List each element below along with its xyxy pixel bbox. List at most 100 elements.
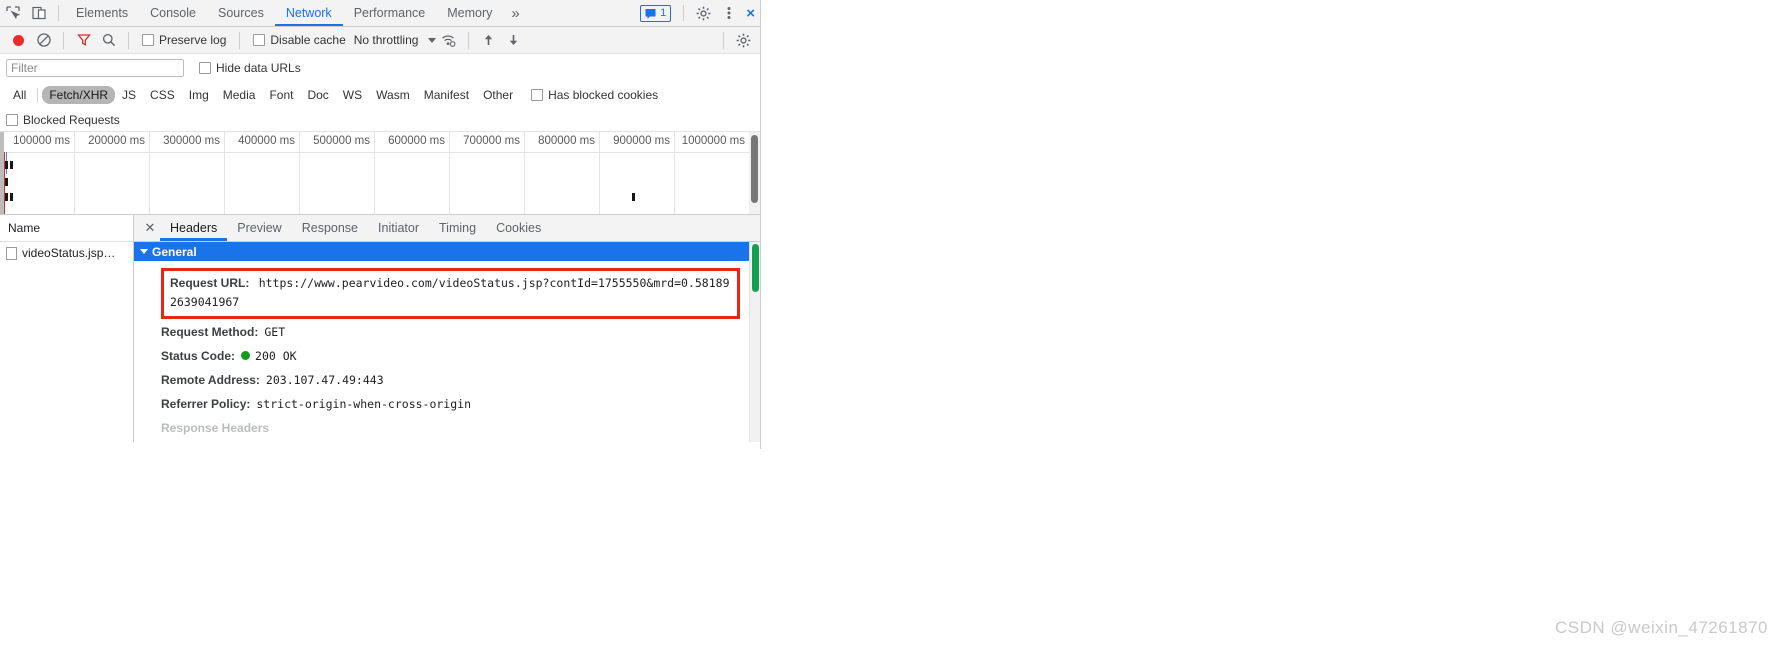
type-filter-manifest[interactable]: Manifest xyxy=(417,86,476,104)
overview-tick-label: 400000 ms xyxy=(238,135,295,147)
checkbox-box xyxy=(142,34,154,46)
device-toolbar-icon[interactable] xyxy=(26,0,52,26)
filter-row: Hide data URLs xyxy=(0,54,760,81)
tabstrip-right-controls: 1 × xyxy=(640,0,760,26)
overview-tick-label: 100000 ms xyxy=(13,135,70,147)
message-count-label: 1 xyxy=(660,7,667,19)
search-button[interactable] xyxy=(96,28,121,53)
overview-scrollbar[interactable] xyxy=(749,132,760,214)
type-filter-other[interactable]: Other xyxy=(476,86,520,104)
network-overview-timeline[interactable]: 100000 ms 200000 ms 300000 ms 400000 ms … xyxy=(0,132,760,215)
tab-timing[interactable]: Timing xyxy=(429,215,486,241)
import-har-button[interactable] xyxy=(476,28,501,53)
checkbox-box xyxy=(199,61,211,74)
overview-request-bar xyxy=(5,193,8,201)
clear-button[interactable] xyxy=(31,28,56,53)
devtools-window: Elements Console Sources Network Perform… xyxy=(0,0,761,449)
overview-scrollbar-thumb[interactable] xyxy=(751,135,758,203)
overview-tick-label: 600000 ms xyxy=(388,135,445,147)
detail-pane-scrollbar[interactable] xyxy=(749,242,760,442)
type-filter-js[interactable]: JS xyxy=(115,86,143,104)
throttling-value: No throttling xyxy=(353,33,419,47)
overview-tick-label: 1000000 ms xyxy=(681,135,745,147)
record-button[interactable] xyxy=(6,28,31,53)
tab-response[interactable]: Response xyxy=(292,215,368,241)
general-section-body: Request URL: https://www.pearvideo.com/v… xyxy=(134,261,760,441)
network-toolbar: Preserve log Disable cache No throttling xyxy=(0,27,760,54)
inspect-element-icon[interactable] xyxy=(0,0,26,26)
wifi-settings-button[interactable] xyxy=(436,28,461,53)
wifi-settings-icon xyxy=(442,35,456,47)
blocked-requests-label: Blocked Requests xyxy=(23,112,120,127)
request-method-row: Request Method: GET xyxy=(134,321,760,345)
download-arrow-icon xyxy=(510,35,518,45)
tab-headers[interactable]: Headers xyxy=(160,215,227,241)
tab-elements[interactable]: Elements xyxy=(65,0,139,26)
type-filter-ws[interactable]: WS xyxy=(336,86,369,104)
request-detail-tabstrip: ✕ Headers Preview Response Initiator Tim… xyxy=(134,215,760,242)
gear-icon[interactable] xyxy=(690,0,716,26)
hide-data-urls-label: Hide data URLs xyxy=(216,60,301,75)
tab-console[interactable]: Console xyxy=(139,0,207,26)
overview-request-bar xyxy=(5,161,8,169)
overview-tick-grid: 100000 ms 200000 ms 300000 ms 400000 ms … xyxy=(0,132,760,214)
has-blocked-cookies-checkbox[interactable]: Has blocked cookies xyxy=(531,88,658,102)
request-url-value[interactable]: https://www.pearvideo.com/videoStatus.js… xyxy=(170,276,730,309)
preserve-log-checkbox[interactable]: Preserve log xyxy=(142,33,226,47)
hide-data-urls-checkbox[interactable]: Hide data URLs xyxy=(199,61,301,75)
type-filter-font[interactable]: Font xyxy=(262,86,300,104)
filter-input[interactable] xyxy=(6,58,184,77)
more-tabs-icon[interactable]: » xyxy=(503,5,527,22)
resource-type-filters: All Fetch/XHR JS CSS Img Media Font Doc … xyxy=(0,81,760,108)
toolbar-divider xyxy=(468,31,470,49)
tab-memory[interactable]: Memory xyxy=(436,0,503,26)
toolbar-divider xyxy=(683,5,685,21)
type-filter-img[interactable]: Img xyxy=(182,86,216,104)
tab-sources[interactable]: Sources xyxy=(207,0,275,26)
toolbar-divider xyxy=(58,5,59,21)
throttling-select[interactable]: No throttling xyxy=(354,33,437,47)
table-row[interactable]: videoStatus.jsp… xyxy=(0,242,133,264)
next-section-partial-row[interactable]: Response Headers xyxy=(134,417,760,441)
tab-cookies[interactable]: Cookies xyxy=(486,215,551,241)
filter-button[interactable] xyxy=(71,28,96,53)
tab-performance[interactable]: Performance xyxy=(343,0,437,26)
record-dot-icon xyxy=(13,34,24,46)
overview-tick-label: 300000 ms xyxy=(163,135,220,147)
message-bubble-icon xyxy=(645,8,656,19)
overview-tick-label: 800000 ms xyxy=(538,135,595,147)
blocked-requests-checkbox[interactable]: Blocked Requests xyxy=(6,113,120,127)
toolbar-divider xyxy=(128,31,129,49)
document-icon xyxy=(6,246,17,260)
type-filter-wasm[interactable]: Wasm xyxy=(369,86,417,104)
disable-cache-checkbox[interactable]: Disable cache xyxy=(253,33,346,47)
funnel-icon xyxy=(76,34,91,46)
type-divider xyxy=(37,87,39,102)
type-filter-doc[interactable]: Doc xyxy=(300,86,335,104)
type-filter-media[interactable]: Media xyxy=(216,86,263,104)
preserve-log-label: Preserve log xyxy=(159,33,227,47)
type-filter-fetch-xhr[interactable]: Fetch/XHR xyxy=(42,85,116,104)
general-section-header[interactable]: General xyxy=(134,242,760,261)
close-detail-pane-icon[interactable]: ✕ xyxy=(140,220,160,236)
message-count-badge[interactable]: 1 xyxy=(640,4,672,22)
column-header-name[interactable]: Name xyxy=(0,215,133,242)
export-har-button[interactable] xyxy=(501,28,526,53)
type-filter-css[interactable]: CSS xyxy=(143,86,182,104)
toolbar-divider xyxy=(723,32,724,49)
kebab-menu-icon[interactable] xyxy=(716,0,742,26)
remote-address-value: 203.107.47.49:443 xyxy=(265,373,384,387)
close-devtools-icon[interactable]: × xyxy=(742,5,759,22)
overview-tick-label: 200000 ms xyxy=(88,135,145,147)
request-name-label: videoStatus.jsp… xyxy=(22,246,116,260)
type-filter-all[interactable]: All xyxy=(6,86,33,104)
detail-pane-scrollbar-thumb[interactable] xyxy=(752,244,759,292)
tab-initiator[interactable]: Initiator xyxy=(368,215,429,241)
network-settings-gear-icon[interactable] xyxy=(731,28,756,53)
toolbar-divider xyxy=(239,31,241,49)
status-code-row: Status Code: 200 OK xyxy=(134,345,760,369)
request-url-key: Request URL: xyxy=(170,276,250,290)
tab-preview[interactable]: Preview xyxy=(227,215,291,241)
tab-network[interactable]: Network xyxy=(275,0,343,26)
checkbox-box xyxy=(6,113,18,126)
